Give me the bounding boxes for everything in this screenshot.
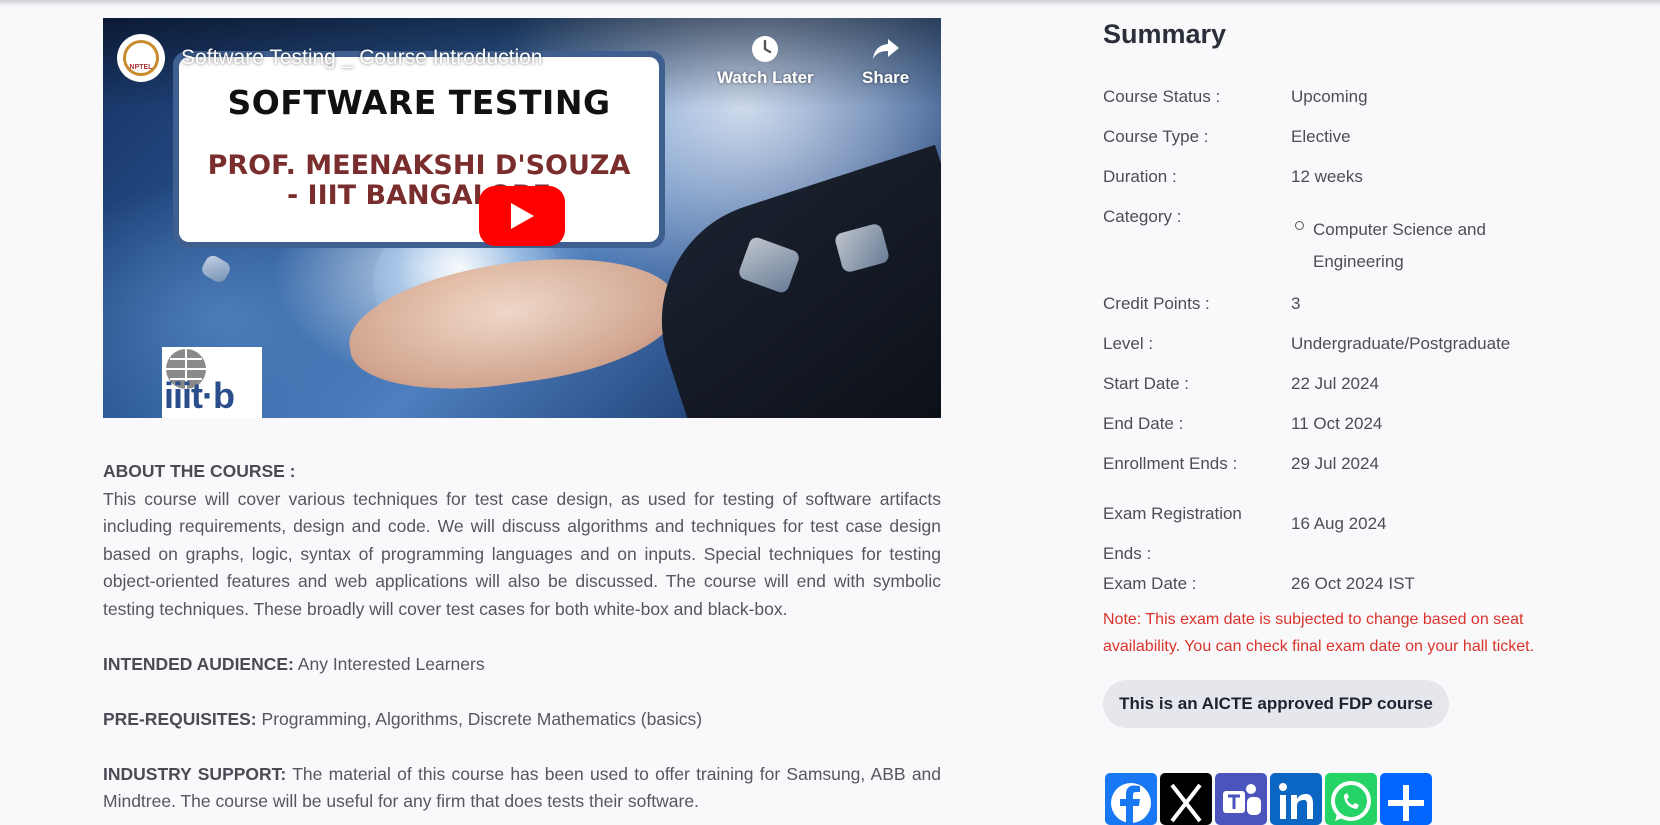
summary-label: Course Status : xyxy=(1103,87,1221,106)
summary-value: 11 Oct 2024 xyxy=(1291,414,1383,433)
iiitb-logo: iiit·b xyxy=(162,347,262,418)
summary-value: 16 Aug 2024 xyxy=(1291,514,1387,533)
cube-graphic xyxy=(199,252,233,286)
summary-label: Exam Date : xyxy=(1103,574,1197,593)
linkedin-share-button[interactable] xyxy=(1270,773,1322,825)
course-intro-video[interactable]: SOFTWARE TESTING PROF. MEENAKSHI D'SOUZA… xyxy=(103,18,941,418)
summary-label: End Date : xyxy=(1103,414,1184,433)
about-heading: ABOUT THE COURSE : xyxy=(103,461,296,481)
facebook-share-button[interactable] xyxy=(1105,773,1157,825)
summary-value: Computer Science and Engineering xyxy=(1313,220,1486,271)
summary-value: Upcoming xyxy=(1291,87,1368,106)
card-title: SOFTWARE TESTING xyxy=(227,83,611,122)
card-instructor-name: PROF. MEENAKSHI D'SOUZA xyxy=(207,150,631,181)
channel-avatar[interactable]: NPTEL xyxy=(117,34,165,82)
iiitb-logo-text: iiit·b xyxy=(164,375,235,416)
whatsapp-share-button[interactable] xyxy=(1325,773,1377,825)
intended-audience-value: Any Interested Learners xyxy=(297,653,485,674)
summary-value: 3 xyxy=(1291,294,1301,313)
summary-label: Category : xyxy=(1103,207,1182,226)
summary-label: Enrollment Ends : xyxy=(1103,454,1238,473)
summary-value: Elective xyxy=(1291,127,1351,146)
intended-audience: INTENDED AUDIENCE: Any Interested Learne… xyxy=(103,651,941,679)
facebook-icon xyxy=(1111,783,1151,825)
intended-audience-label: INTENDED AUDIENCE: xyxy=(103,653,294,674)
teams-icon xyxy=(1223,784,1261,815)
teams-share-button[interactable] xyxy=(1215,773,1267,825)
summary-label: Credit Points : xyxy=(1103,294,1210,313)
whatsapp-icon xyxy=(1331,781,1371,821)
prerequisites-label: PRE-REQUISITES: xyxy=(103,708,257,729)
summary-label: Exam Registration Ends : xyxy=(1103,504,1242,563)
prerequisites: PRE-REQUISITES: Programming, Algorithms,… xyxy=(103,706,941,734)
industry-support-label: INDUSTRY SUPPORT: xyxy=(103,763,287,784)
watch-later-label: Watch Later xyxy=(717,68,814,87)
summary-title: Summary xyxy=(1103,19,1227,49)
summary-value: 12 weeks xyxy=(1291,167,1363,186)
x-icon xyxy=(1170,783,1202,823)
summary-value: 26 Oct 2024 IST xyxy=(1291,574,1415,593)
linkedin-icon xyxy=(1279,783,1313,819)
list-bullet-icon xyxy=(1295,221,1304,230)
play-icon xyxy=(511,203,534,229)
share-arrow-icon xyxy=(872,39,899,59)
summary-value: Undergraduate/Postgraduate xyxy=(1291,334,1511,353)
course-description: ABOUT THE COURSE : This course will cove… xyxy=(103,458,941,816)
video-title[interactable]: Software Testing _ Course Introduction xyxy=(181,46,542,70)
summary-value: 22 Jul 2024 xyxy=(1291,374,1379,393)
about-body: This course will cover various technique… xyxy=(103,488,941,619)
aicte-badge: This is an AICTE approved FDP course xyxy=(1103,680,1449,728)
exam-date-note: Note: This exam date is subjected to cha… xyxy=(1103,611,1535,655)
share-plus-icon xyxy=(1388,785,1424,821)
watch-later-button[interactable]: Watch Later xyxy=(717,34,814,88)
x-share-button[interactable] xyxy=(1160,773,1212,825)
play-button[interactable] xyxy=(479,186,565,246)
share-video-button[interactable]: Share xyxy=(862,34,909,88)
industry-support: INDUSTRY SUPPORT: The material of this c… xyxy=(103,761,941,816)
summary-label: Level : xyxy=(1103,334,1154,353)
header-shadow xyxy=(0,0,1660,6)
card-instructor: PROF. MEENAKSHI D'SOUZA - IIIT BANGALORE xyxy=(179,151,659,211)
summary-label: Start Date : xyxy=(1103,374,1189,393)
summary-label: Duration : xyxy=(1103,167,1177,186)
card-institute: - IIIT BANGALORE xyxy=(286,180,552,211)
share-more-button[interactable] xyxy=(1380,773,1432,825)
video-title-card: SOFTWARE TESTING PROF. MEENAKSHI D'SOUZA… xyxy=(173,51,665,248)
summary-label: Course Type : xyxy=(1103,127,1209,146)
prerequisites-value: Programming, Algorithms, Discrete Mathem… xyxy=(261,708,703,729)
clock-icon xyxy=(752,36,779,62)
share-label: Share xyxy=(862,68,910,87)
summary-value: 29 Jul 2024 xyxy=(1291,454,1379,473)
nptel-logo-icon: NPTEL xyxy=(123,40,159,76)
